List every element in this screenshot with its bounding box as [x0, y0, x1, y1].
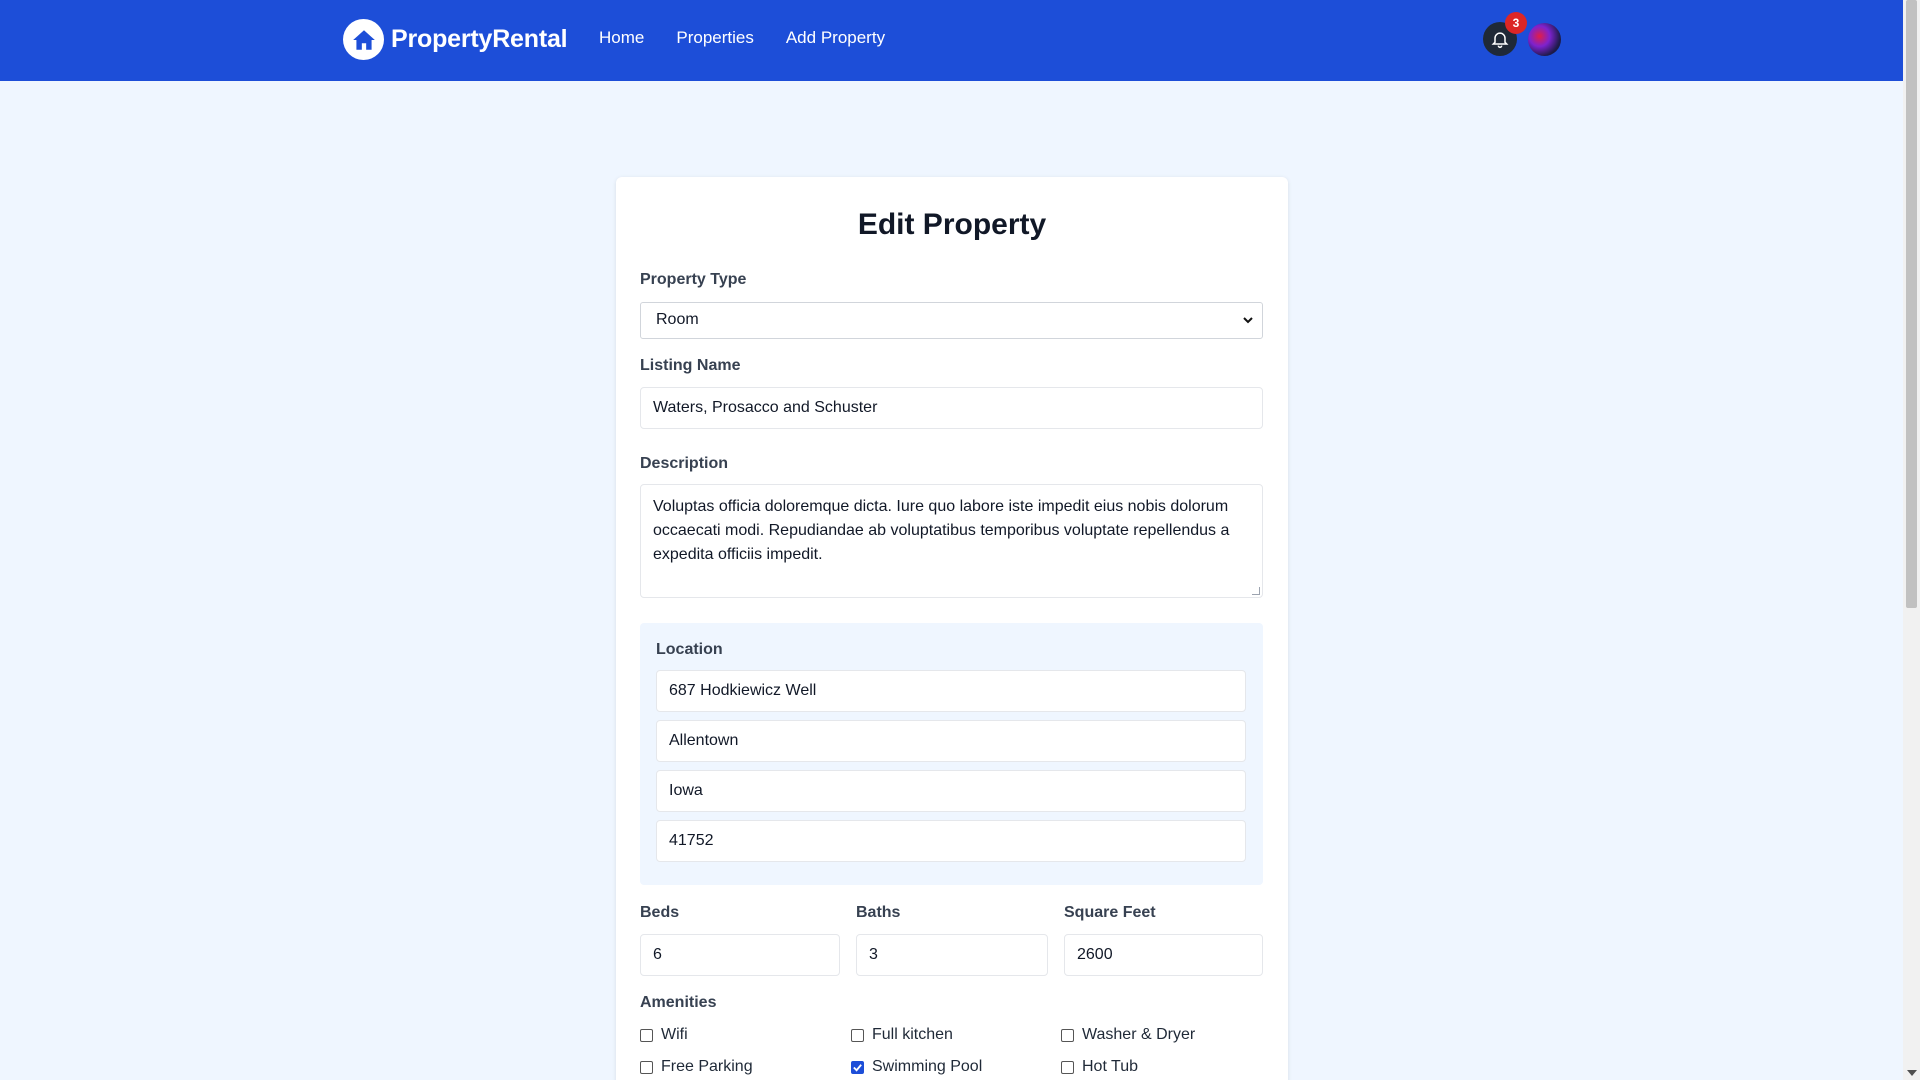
checkbox[interactable]	[640, 1060, 653, 1074]
amenity-full-kitchen[interactable]: Full kitchen	[851, 1026, 953, 1044]
chevron-down-icon	[1243, 317, 1253, 324]
property-type-selected-value: Room	[656, 311, 699, 328]
nav-link-home[interactable]: Home	[599, 28, 644, 48]
zip-input[interactable]: 41752	[656, 820, 1246, 862]
checkbox[interactable]	[640, 1028, 653, 1042]
amenity-hot-tub[interactable]: Hot Tub	[1061, 1058, 1138, 1076]
property-type-label: Property Type	[640, 271, 747, 288]
amenity-label: Hot Tub	[1082, 1058, 1139, 1075]
scrollbar-thumb[interactable]	[1906, 0, 1917, 608]
amenity-swimming-pool[interactable]: Swimming Pool	[851, 1058, 982, 1076]
brand-logo-link[interactable]: PropertyRental	[343, 19, 568, 60]
amenity-washer-dryer[interactable]: Washer & Dryer	[1061, 1026, 1195, 1044]
city-input[interactable]: Allentown	[656, 720, 1246, 762]
listing-name-input[interactable]: Waters, Prosacco and Schuster	[640, 387, 1263, 429]
notification-count-badge: 3	[1505, 12, 1527, 34]
baths-label: Baths	[856, 904, 901, 921]
checkmark-icon	[853, 1063, 862, 1072]
checkbox[interactable]	[851, 1028, 864, 1042]
amenity-label: Full kitchen	[872, 1026, 953, 1043]
listing-name-label: Listing Name	[640, 357, 741, 374]
state-input[interactable]: Iowa	[656, 770, 1246, 812]
description-label: Description	[640, 455, 729, 472]
location-label: Location	[656, 641, 723, 658]
street-input[interactable]: 687 Hodkiewicz Well	[656, 670, 1246, 712]
property-type-select[interactable]: Room	[640, 302, 1263, 339]
amenity-wifi[interactable]: Wifi	[640, 1026, 688, 1044]
location-section: Location 687 Hodkiewicz Well Allentown I…	[640, 623, 1263, 885]
edit-property-card: Edit Property Property Type Room Listing…	[616, 177, 1288, 1080]
description-text: Voluptas officia doloremque dicta. Iure …	[653, 498, 1230, 563]
page-title: Edit Property	[857, 208, 1047, 241]
description-textarea[interactable]: Voluptas officia doloremque dicta. Iure …	[640, 484, 1263, 598]
amenities-label: Amenities	[640, 994, 717, 1011]
beds-input[interactable]: 6	[640, 934, 840, 976]
top-navbar: PropertyRental Home Properties Add Prope…	[0, 0, 1903, 81]
amenity-free-parking[interactable]: Free Parking	[640, 1058, 753, 1076]
nav-link-properties[interactable]: Properties	[676, 28, 753, 48]
checkbox[interactable]	[1061, 1060, 1074, 1074]
bell-icon	[1491, 32, 1509, 49]
amenity-label: Free Parking	[661, 1058, 753, 1075]
amenity-label: Washer & Dryer	[1082, 1026, 1196, 1043]
checkbox-checked[interactable]	[851, 1060, 864, 1074]
amenity-label: Swimming Pool	[872, 1058, 983, 1075]
baths-input[interactable]: 3	[856, 934, 1048, 976]
user-avatar[interactable]	[1528, 23, 1561, 56]
nav-links: Home Properties Add Property	[599, 28, 917, 48]
house-icon	[343, 19, 384, 60]
square-feet-label: Square Feet	[1064, 904, 1156, 921]
checkbox[interactable]	[1061, 1028, 1074, 1042]
page-scrollbar[interactable]	[1903, 0, 1920, 1080]
brand-name: PropertyRental	[391, 25, 568, 53]
textarea-resize-handle[interactable]	[1252, 587, 1260, 595]
beds-label: Beds	[640, 904, 680, 921]
amenity-label: Wifi	[661, 1026, 688, 1043]
nav-link-add-property[interactable]: Add Property	[786, 28, 885, 48]
square-feet-input[interactable]: 2600	[1064, 934, 1263, 976]
scroll-down-arrow-icon[interactable]	[1907, 1070, 1917, 1076]
